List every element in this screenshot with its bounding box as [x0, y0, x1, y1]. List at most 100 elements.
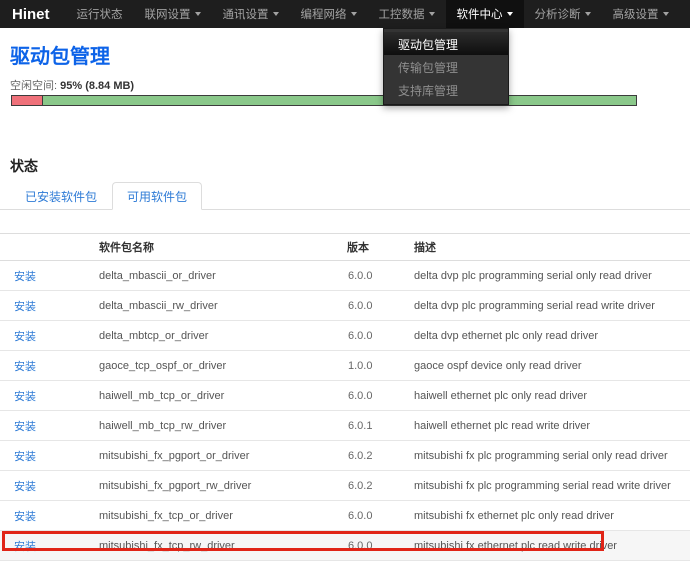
package-name-cell: delta_mbascii_or_driver [97, 261, 345, 291]
nav-item-programming-network[interactable]: 编程网络 [290, 0, 368, 28]
nav-item-label: 通讯设置 [223, 6, 269, 22]
version-cell: 6.0.0 [345, 531, 412, 561]
description-cell: haiwell ethernet plc only read driver [412, 381, 690, 411]
top-navbar: Hinet 运行状态 联网设置 通讯设置 编程网络 工控数据 软件中心 分析诊断 高级设置 系统… [0, 0, 690, 28]
nav-item-comm-settings[interactable]: 通讯设置 [212, 0, 290, 28]
column-header [0, 234, 97, 261]
free-space-value: 95% (8.84 MB) [60, 80, 134, 92]
install-link[interactable]: 安装 [14, 331, 36, 343]
tab-installed-packages[interactable]: 已安装软件包 [10, 182, 112, 210]
package-name-cell: delta_mbascii_rw_driver [97, 291, 345, 321]
install-link[interactable]: 安装 [14, 301, 36, 313]
install-cell: 安装 [0, 471, 97, 501]
nav-item-label: 编程网络 [301, 6, 347, 22]
version-cell: 6.0.0 [345, 261, 412, 291]
install-cell: 安装 [0, 501, 97, 531]
caret-down-icon [507, 12, 513, 16]
description-cell: mitsubishi fx ethernet plc read write dr… [412, 531, 690, 561]
version-cell: 6.0.0 [345, 321, 412, 351]
install-link[interactable]: 安装 [14, 511, 36, 523]
caret-down-icon [663, 12, 669, 16]
caret-down-icon [585, 12, 591, 16]
version-cell: 1.0.0 [345, 351, 412, 381]
nav-item-run-status[interactable]: 运行状态 [66, 0, 134, 28]
install-cell: 安装 [0, 261, 97, 291]
nav-item-label: 工控数据 [379, 6, 425, 22]
free-space-progressbar [11, 95, 637, 106]
table-row: 安装mitsubishi_fx_pgport_rw_driver6.0.2mit… [0, 471, 690, 501]
install-link[interactable]: 安装 [14, 451, 36, 463]
package-name-cell: mitsubishi_fx_pgport_rw_driver [97, 471, 345, 501]
free-space-segment [43, 96, 636, 105]
nav-item-software-center[interactable]: 软件中心 [446, 0, 524, 28]
table-row: 安装 haiwell_mb_tcp_or_driver6.0.0haiwell e… [0, 381, 690, 411]
version-cell: 6.0.0 [345, 501, 412, 531]
free-space-line: 空闲空间: 95% (8.84 MB) [10, 77, 134, 93]
nav-item-analysis-diagnosis[interactable]: 分析诊断 [524, 0, 602, 28]
install-cell: 安装 [0, 291, 97, 321]
nav-item-label: 高级设置 [613, 6, 659, 22]
package-tabs: 已安装软件包可用软件包 [0, 182, 690, 210]
package-name-cell: mitsubishi_fx_tcp_rw_driver [97, 531, 345, 561]
version-cell: 6.0.0 [345, 291, 412, 321]
install-cell: 安装 [0, 411, 97, 441]
nav-item-label: 联网设置 [145, 6, 191, 22]
free-space-label: 空闲空间: [10, 80, 57, 92]
table-row: 安装 mitsubishi_fx_tcp_or_driver6.0.0mitsub… [0, 501, 690, 531]
table-row: 安装 mitsubishi_fx_tcp_rw_driver6.0.0mitsub… [0, 531, 690, 561]
package-name-cell: mitsubishi_fx_pgport_or_driver [97, 441, 345, 471]
tab-available-packages[interactable]: 可用软件包 [112, 182, 202, 210]
package-name-cell: mitsubishi_fx_tcp_or_driver [97, 501, 345, 531]
table-row: 安装 delta_mbtcp_or_driver6.0.0delta dvp et… [0, 321, 690, 351]
nav-item-label: 分析诊断 [535, 6, 581, 22]
column-header: 描述 [412, 234, 690, 261]
description-cell: gaoce ospf device only read driver [412, 351, 690, 381]
description-cell: haiwell ethernet plc read write driver [412, 411, 690, 441]
install-cell: 安装 [0, 351, 97, 381]
version-cell: 6.0.0 [345, 381, 412, 411]
navbar-menu: 运行状态联网设置通讯设置编程网络工控数据软件中心分析诊断高级设置系统设置退出 [66, 0, 690, 28]
nav-item-label: 软件中心 [457, 6, 503, 22]
table-header-row: 软件包名称版本描述 [0, 234, 690, 261]
install-cell: 安装 [0, 441, 97, 471]
nav-item-advanced-settings[interactable]: 高级设置 [602, 0, 680, 28]
menu-item-support-library-management[interactable]: 支持库管理 [384, 78, 508, 101]
package-name-cell: gaoce_tcp_ospf_or_driver [97, 351, 345, 381]
nav-item-industrial-data[interactable]: 工控数据 [368, 0, 446, 28]
package-table: 软件包名称版本描述 安装delta_mbascii_or_driver6.0.0… [0, 233, 690, 561]
table-row: 安装 gaoce_tcp_ospf_or_driver1.0.0gaoce osp… [0, 351, 690, 381]
software-center-dropdown: 驱动包管理传输包管理支持库管理 [383, 28, 509, 105]
column-header: 版本 [345, 234, 412, 261]
version-cell: 6.0.2 [345, 441, 412, 471]
install-link[interactable]: 安装 [14, 421, 36, 433]
menu-item-driver-package-management[interactable]: 驱动包管理 [384, 32, 508, 55]
install-link[interactable]: 安装 [14, 271, 36, 283]
nav-item-label: 运行状态 [77, 6, 123, 22]
table-row: 安装 haiwell_mb_tcp_rw_driver6.0.1haiwell e… [0, 411, 690, 441]
description-cell: mitsubishi fx ethernet plc only read dri… [412, 501, 690, 531]
status-heading: 状态 [10, 156, 38, 176]
version-cell: 6.0.1 [345, 411, 412, 441]
package-name-cell: delta_mbtcp_or_driver [97, 321, 345, 351]
caret-down-icon [195, 12, 201, 16]
install-cell: 安装 [0, 321, 97, 351]
description-cell: mitsubishi fx plc programming serial rea… [412, 471, 690, 501]
install-cell: 安装 [0, 531, 97, 561]
page-title: 驱动包管理 [10, 40, 110, 69]
menu-item-transfer-package-management[interactable]: 传输包管理 [384, 55, 508, 78]
brand-logo[interactable]: Hinet [12, 6, 50, 23]
install-link[interactable]: 安装 [14, 391, 36, 403]
install-link[interactable]: 安装 [14, 541, 36, 553]
package-name-cell: haiwell_mb_tcp_rw_driver [97, 411, 345, 441]
table-row: 安装delta_mbascii_or_driver6.0.0delta dvp … [0, 261, 690, 291]
install-link[interactable]: 安装 [14, 361, 36, 373]
caret-down-icon [351, 12, 357, 16]
install-link[interactable]: 安装 [14, 481, 36, 493]
package-name-cell: haiwell_mb_tcp_or_driver [97, 381, 345, 411]
nav-item-system-settings[interactable]: 系统设置 [680, 0, 690, 28]
description-cell: delta dvp ethernet plc only read driver [412, 321, 690, 351]
description-cell: delta dvp plc programming serial read wr… [412, 291, 690, 321]
table-row: 安装 delta_mbascii_rw_driver6.0.0delta dvp … [0, 291, 690, 321]
nav-item-network-settings[interactable]: 联网设置 [134, 0, 212, 28]
description-cell: mitsubishi fx plc programming serial onl… [412, 441, 690, 471]
